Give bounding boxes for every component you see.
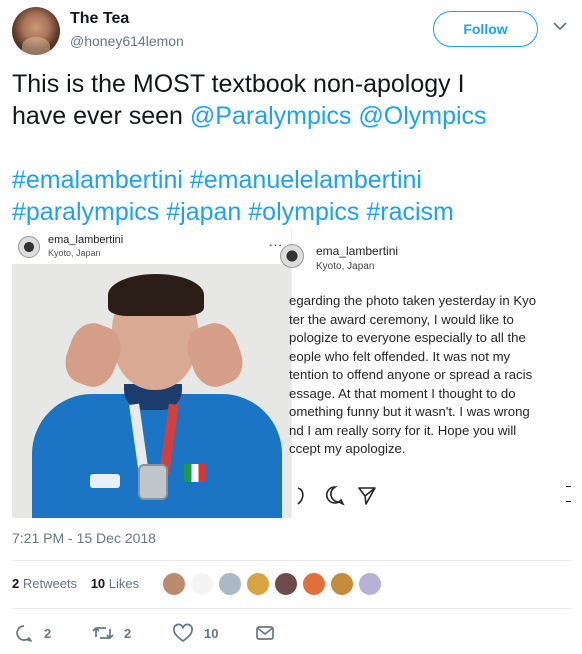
share-icon	[358, 487, 376, 505]
liker-avatar[interactable]	[302, 572, 326, 596]
logo-patch	[90, 474, 120, 488]
likes-label: Likes	[108, 576, 140, 591]
instagram-avatar	[18, 236, 40, 258]
instagram-avatar	[280, 244, 304, 268]
caption-line: ter the award ceremony, I would like to	[289, 311, 514, 327]
tweet-text-line: This is the MOST textbook non-apology I	[12, 70, 465, 98]
more-options-icon: ...	[269, 234, 283, 249]
hashtag-link[interactable]: #japan	[166, 198, 241, 226]
caption-line: nd I am really sorry for it. Hope you wi…	[289, 422, 517, 438]
caption-line: egarding the photo taken yesterday in Ky…	[289, 293, 537, 308]
liker-avatar[interactable]	[190, 572, 214, 596]
tweet-timestamp[interactable]: 7:21 PM - 15 Dec 2018	[12, 530, 156, 546]
tweet-text-segment: have ever seen	[12, 102, 190, 130]
caption-line: eople who felt offended. It was not my	[289, 348, 511, 364]
hashtag-line: #emalambertini #emanuelelambertini	[12, 164, 572, 196]
retweet-button[interactable]: 2	[92, 622, 131, 644]
liker-avatar[interactable]	[330, 572, 354, 596]
author-name[interactable]: The Tea	[70, 10, 129, 28]
tweet-actions: 2 2 10	[12, 622, 572, 646]
instagram-post-header: ema_lambertini Kyoto, Japan ...	[18, 234, 288, 264]
direct-message-button[interactable]	[255, 622, 285, 644]
hashtag-line: #paralympics #japan #olympics #racism	[12, 196, 572, 228]
retweets-label: Retweets	[22, 576, 78, 591]
instagram-photo-post[interactable]: ema_lambertini Kyoto, Japan ...	[12, 228, 291, 518]
mention-link[interactable]: @Paralympics	[190, 102, 352, 130]
retweets-stat[interactable]: 2 Retweets	[12, 576, 77, 591]
hashtag-link[interactable]: #emanuelelambertini	[190, 166, 422, 194]
caption-line: ccept my apologize.	[289, 441, 406, 456]
instagram-username: ema_lambertini	[316, 244, 399, 258]
retweets-count: 2	[12, 576, 20, 591]
athlete-photo	[12, 264, 291, 518]
caption-line: pologize to everyone especially to all t…	[289, 330, 526, 345]
caption-line: omething funny but it wasn't. I was wron…	[289, 404, 530, 419]
hashtag-link[interactable]: #racism	[366, 198, 454, 226]
divider	[12, 608, 572, 609]
instagram-caption: egarding the photo taken yesterday in Ky…	[289, 292, 571, 459]
hair	[108, 274, 204, 316]
liker-avatar[interactable]	[218, 572, 242, 596]
chevron-down-icon[interactable]	[553, 21, 567, 31]
liker-avatar[interactable]	[358, 572, 382, 596]
author-avatar[interactable]	[12, 7, 60, 55]
envelope-icon	[256, 626, 274, 640]
liker-avatar[interactable]	[246, 572, 270, 596]
instagram-username: ema_lambertini	[48, 234, 124, 246]
tweet-text-line: have ever seen @Paralympics @Olympics	[12, 100, 572, 132]
hashtag-link[interactable]: #emalambertini	[12, 166, 183, 194]
caption-line: essage. At that moment I thought to do	[289, 385, 516, 401]
reply-count: 2	[44, 625, 52, 641]
comment-icon	[326, 486, 345, 506]
retweet-icon	[92, 627, 114, 639]
mention-link[interactable]: @Olympics	[358, 102, 486, 130]
follow-button[interactable]: Follow	[433, 11, 538, 47]
hashtag-link[interactable]: #paralympics	[12, 198, 159, 226]
caption-line: tention to offend anyone or spread a rac…	[289, 367, 533, 382]
instagram-post-header: ema_lambertini Kyoto, Japan	[280, 242, 571, 276]
tweet-text: This is the MOST textbook non-apology I …	[12, 68, 572, 228]
instagram-location: Kyoto, Japan	[316, 261, 375, 272]
medal	[138, 464, 168, 500]
tweet-header: The Tea @honey614lemon Follow	[12, 7, 572, 55]
tweet-stats: 2 Retweets 10 Likes	[12, 576, 149, 591]
divider	[12, 560, 572, 561]
likes-stat[interactable]: 10 Likes	[91, 576, 139, 591]
reply-button[interactable]: 2	[14, 622, 51, 644]
instagram-caption-post[interactable]: ema_lambertini Kyoto, Japan egarding the…	[280, 228, 571, 518]
author-handle[interactable]: @honey614lemon	[70, 33, 184, 49]
flag-patch	[184, 464, 206, 482]
liker-avatar[interactable]	[162, 572, 186, 596]
like-button[interactable]: 10	[172, 622, 218, 644]
instagram-actions	[292, 484, 412, 508]
instagram-location: Kyoto, Japan	[48, 248, 101, 258]
heart-icon	[173, 623, 193, 642]
tweet-media[interactable]: ema_lambertini Kyoto, Japan ... ema_lamb…	[12, 228, 571, 518]
hashtag-link[interactable]: #olympics	[248, 198, 359, 226]
likes-count: 10	[90, 576, 106, 591]
liker-avatar[interactable]	[274, 572, 298, 596]
bookmark-icon	[566, 486, 571, 502]
retweet-count: 2	[124, 625, 132, 641]
reply-icon	[16, 625, 32, 642]
heart-icon	[297, 487, 304, 505]
like-count: 10	[204, 625, 219, 641]
